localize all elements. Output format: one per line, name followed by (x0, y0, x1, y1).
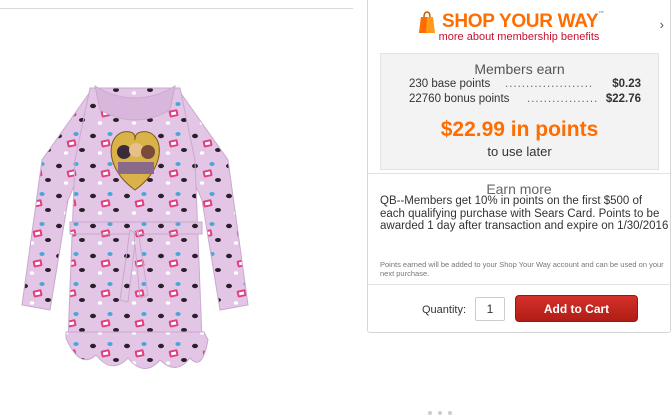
carousel-dot[interactable] (428, 411, 432, 415)
shopping-bag-icon (419, 11, 435, 33)
bonus-points-value: $22.76 (605, 93, 641, 105)
section-divider (368, 173, 670, 174)
trademark: ™ (598, 11, 604, 17)
bonus-points-label: 22760 bonus points (409, 93, 510, 105)
logo-word-your: YOUR (498, 11, 553, 32)
base-points-leader: ............................... (505, 78, 593, 90)
carousel-dot[interactable] (448, 411, 452, 415)
members-earn-title: Members earn (474, 61, 565, 77)
logo-word-way: WAY (557, 11, 599, 32)
total-points-subtitle: to use later (487, 144, 552, 159)
members-earn-box: Members earn 230 base points ...........… (380, 53, 659, 170)
product-image[interactable] (20, 70, 250, 400)
rewards-panel: SHOP YOUR WAY™ more about membership ben… (367, 0, 671, 333)
top-divider (0, 8, 353, 9)
section-divider (368, 284, 670, 285)
base-points-label: 230 base points (409, 78, 491, 90)
points-note: Points earned will be added to your Shop… (380, 260, 664, 278)
quantity-label: Quantity: (422, 304, 467, 316)
earn-more-description: QB--Members get 10% in points on the fir… (380, 195, 669, 232)
membership-benefits-link[interactable]: more about membership benefits (368, 31, 670, 43)
logo-word-shop: SHOP (442, 11, 495, 32)
total-points-value: $22.99 in points (440, 118, 599, 141)
bonus-points-leader: ....................... (527, 93, 597, 105)
image-carousel-dots[interactable] (428, 402, 468, 415)
chevron-right-icon[interactable]: › (660, 17, 664, 32)
quantity-input[interactable]: 1 (475, 297, 505, 321)
base-points-value: $0.23 (612, 78, 641, 90)
carousel-dot[interactable] (438, 411, 442, 415)
add-to-cart-button[interactable]: Add to Cart (515, 295, 638, 322)
